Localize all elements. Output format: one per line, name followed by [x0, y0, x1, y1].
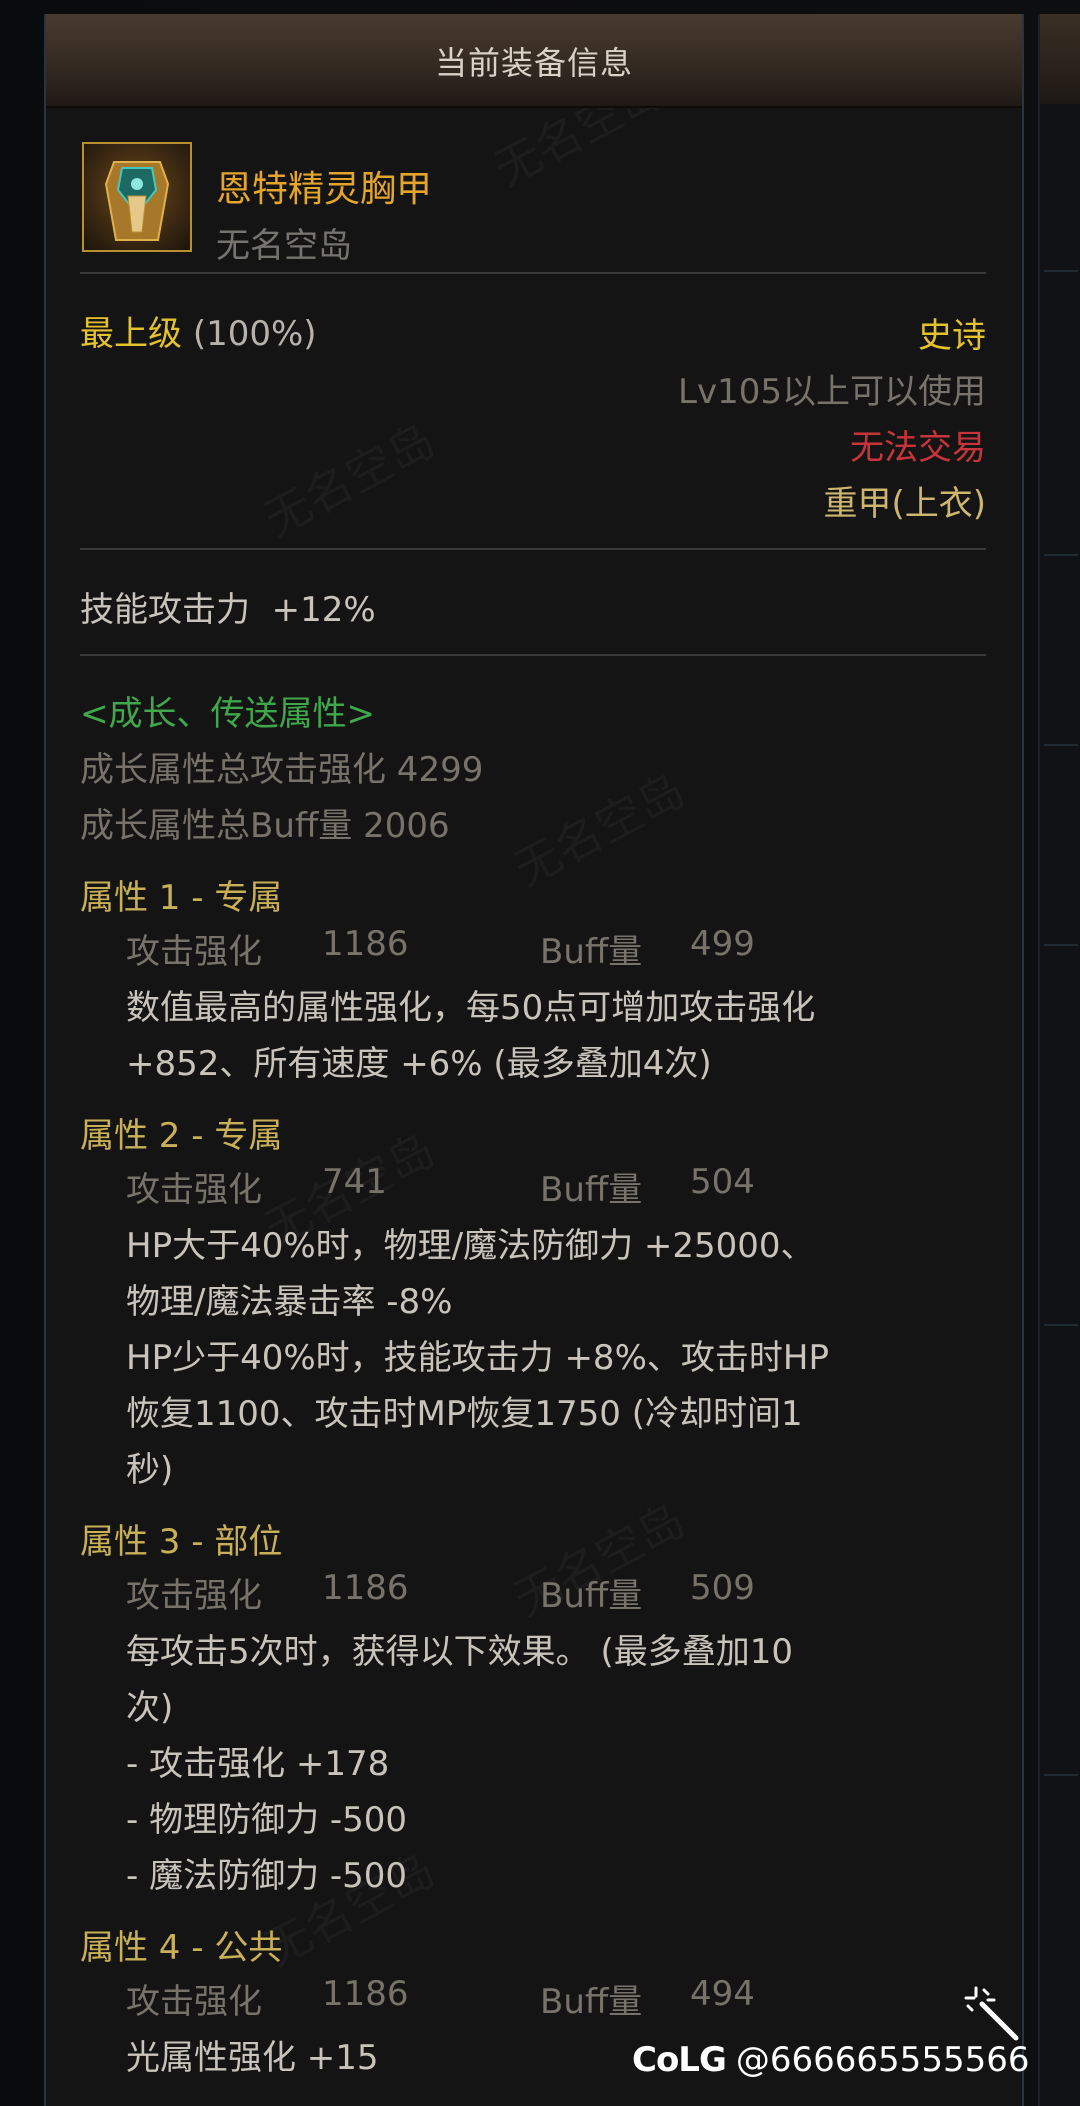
item-slot: 重甲(上衣) — [823, 484, 986, 524]
attribute-header: 属性 4 - 公共 — [80, 1928, 283, 1968]
divider — [1044, 270, 1078, 272]
attribute-effect-line: 次) — [126, 1688, 174, 1728]
growth-total-attack: 成长属性总攻击强化 4299 — [80, 750, 484, 790]
growth-section-title: <成长、传送属性> — [80, 694, 375, 734]
divider — [1044, 1324, 1078, 1326]
attribute-effect-line: 每攻击5次时，获得以下效果。 (最多叠加10 — [126, 1632, 793, 1672]
attribute-attack-label: 攻击强化 — [126, 1576, 262, 1616]
base-stat-value: +12% — [271, 590, 376, 630]
watermark-text: 无名空岛 — [251, 405, 444, 550]
attribute-header: 属性 1 - 专属 — [80, 878, 283, 918]
attribute-effect-line: 光属性强化 +15 — [126, 2038, 379, 2078]
attribute-attack-value: 741 — [322, 1162, 387, 1202]
attribute-buff-label: Buff量 — [540, 1982, 643, 2022]
attribute-attack-label: 攻击强化 — [126, 1982, 262, 2022]
adjacent-panel-header — [1040, 14, 1080, 104]
divider — [80, 654, 986, 656]
divider — [1044, 554, 1078, 556]
trade-status: 无法交易 — [850, 428, 986, 468]
attribute-header: 属性 3 - 部位 — [80, 1522, 283, 1562]
chest-armor-icon — [82, 142, 192, 252]
attribute-effect-line: 秒) — [126, 1450, 174, 1490]
attribute-effect-line: HP少于40%时，技能攻击力 +8%、攻击时HP — [126, 1338, 829, 1378]
author-handle: @666665555566 — [735, 2040, 1030, 2080]
attribute-effect-line: - 攻击强化 +178 — [126, 1744, 390, 1784]
base-stat-name: 技能攻击力 — [80, 590, 250, 630]
attribute-attack-value: 1186 — [322, 1974, 409, 2014]
item-source: 无名空岛 — [216, 226, 352, 266]
attribute-effect-line: 恢复1100、攻击时MP恢复1750 (冷却时间1 — [126, 1394, 803, 1434]
attribute-effect-line: - 魔法防御力 -500 — [126, 1856, 408, 1896]
tooltip-header: 当前装备信息 — [46, 14, 1022, 108]
attribute-buff-label: Buff量 — [540, 932, 643, 972]
watermark-text: 无名空岛 — [501, 755, 694, 900]
divider — [1044, 1774, 1078, 1776]
divider — [80, 548, 986, 550]
grade-percent: (100%) — [192, 314, 317, 354]
item-name: 恩特精灵胸甲 — [216, 169, 433, 210]
screen: 无名空岛 无名空岛 无名空岛 无名空岛 无名空岛 无名空岛 当前装备信息 恩特精… — [0, 0, 1080, 2106]
attribute-buff-value: 499 — [690, 924, 755, 964]
attribute-effect-line: 数值最高的属性强化，每50点可增加攻击强化 — [126, 988, 816, 1028]
equipment-tooltip: 无名空岛 无名空岛 无名空岛 无名空岛 无名空岛 无名空岛 当前装备信息 恩特精… — [44, 14, 1024, 2106]
attribute-attack-label: 攻击强化 — [126, 932, 262, 972]
attribute-attack-label: 攻击强化 — [126, 1170, 262, 1210]
item-grade: 最上级 (100%) — [80, 306, 317, 355]
adjacent-panel — [1038, 14, 1080, 2106]
divider — [80, 272, 986, 274]
attribute-buff-label: Buff量 — [540, 1576, 643, 1616]
attribute-effect-line: - 物理防御力 -500 — [126, 1800, 408, 1840]
attribute-attack-value: 1186 — [322, 1568, 409, 1608]
attribute-effect-line: +852、所有速度 +6% (最多叠加4次) — [126, 1044, 712, 1084]
attribute-effect-line: HP大于40%时，物理/魔法防御力 +25000、 — [126, 1226, 815, 1266]
grade-label: 最上级 — [80, 314, 182, 354]
item-rarity: 史诗 — [918, 316, 986, 356]
attribute-buff-value: 494 — [690, 1974, 755, 2014]
divider — [1044, 744, 1078, 746]
base-stat: 技能攻击力 +12% — [80, 582, 376, 631]
attribute-attack-value: 1186 — [322, 924, 409, 964]
colg-logo: CoLG — [632, 2040, 727, 2080]
attribute-buff-label: Buff量 — [540, 1170, 643, 1210]
attribute-buff-value: 509 — [690, 1568, 755, 1608]
attribute-effect-line: 物理/魔法暴击率 -8% — [126, 1282, 453, 1322]
source-watermark: CoLG @666665555566 — [632, 2030, 1029, 2090]
growth-total-buff: 成长属性总Buff量 2006 — [80, 806, 450, 846]
attribute-header: 属性 2 - 专属 — [80, 1116, 283, 1156]
tooltip-title: 当前装备信息 — [434, 44, 633, 82]
divider — [1044, 944, 1078, 946]
attribute-buff-value: 504 — [690, 1162, 755, 1202]
level-requirement: Lv105以上可以使用 — [678, 372, 986, 412]
